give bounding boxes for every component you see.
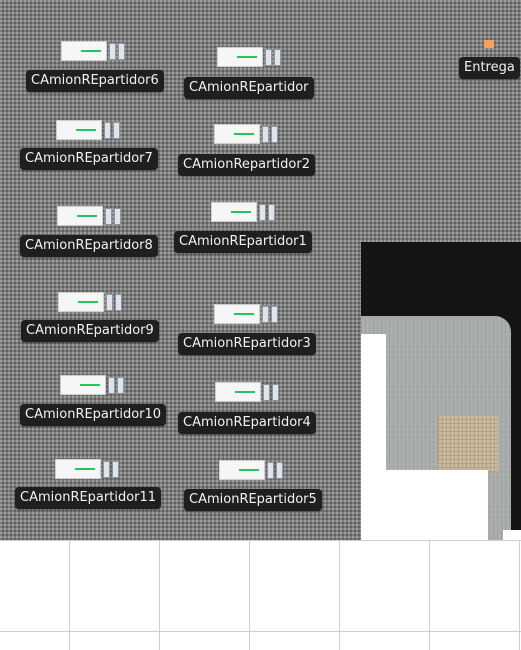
grid-line [159,541,160,650]
vehicle-label: CAmionREpartidor [184,77,314,99]
grid-line [429,541,430,650]
building-wall-bottom [361,470,488,540]
vehicle-label: CAmionREpartidor5 [184,489,322,511]
grid-line [0,631,521,632]
grid-line [339,541,340,650]
grid-line [249,541,250,650]
vehicle-label: CAmionREpartidor3 [178,333,316,355]
vehicle-label: CAmionREpartidor11 [15,487,162,509]
grid-floor [0,540,521,650]
delivery-label: Entrega [459,57,520,79]
vehicle-label: CAmionREpartidor7 [20,148,158,170]
delivery-marker[interactable] [484,40,494,48]
grid-line [69,541,70,650]
vehicle-label: CAmionREpartidor10 [20,404,167,426]
vehicle-label: CAmionRepartidor2 [178,154,315,176]
vehicle-label: CAmionREpartidor6 [26,70,164,92]
building-wall-right [503,530,521,540]
grid-line [519,541,520,650]
cargo-crate [438,416,498,472]
vehicle-label: CAmionREpartidor9 [21,320,159,342]
vehicle-label: CAmionREpartidor1 [174,231,312,253]
simulation-viewport[interactable]: Entrega CAmionREpartidor6 CAmionREpartid… [0,0,521,540]
vehicle-label: CAmionREpartidor4 [178,412,316,434]
vehicle-label: CAmionREpartidor8 [20,235,158,257]
